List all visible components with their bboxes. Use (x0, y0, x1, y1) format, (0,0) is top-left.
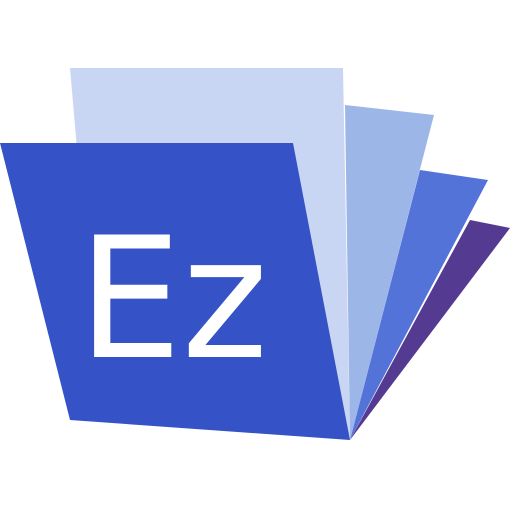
app-logo: Ez (0, 0, 512, 512)
logo-text: Ez (78, 201, 268, 397)
ez-folder-pages-icon: Ez (0, 68, 510, 440)
